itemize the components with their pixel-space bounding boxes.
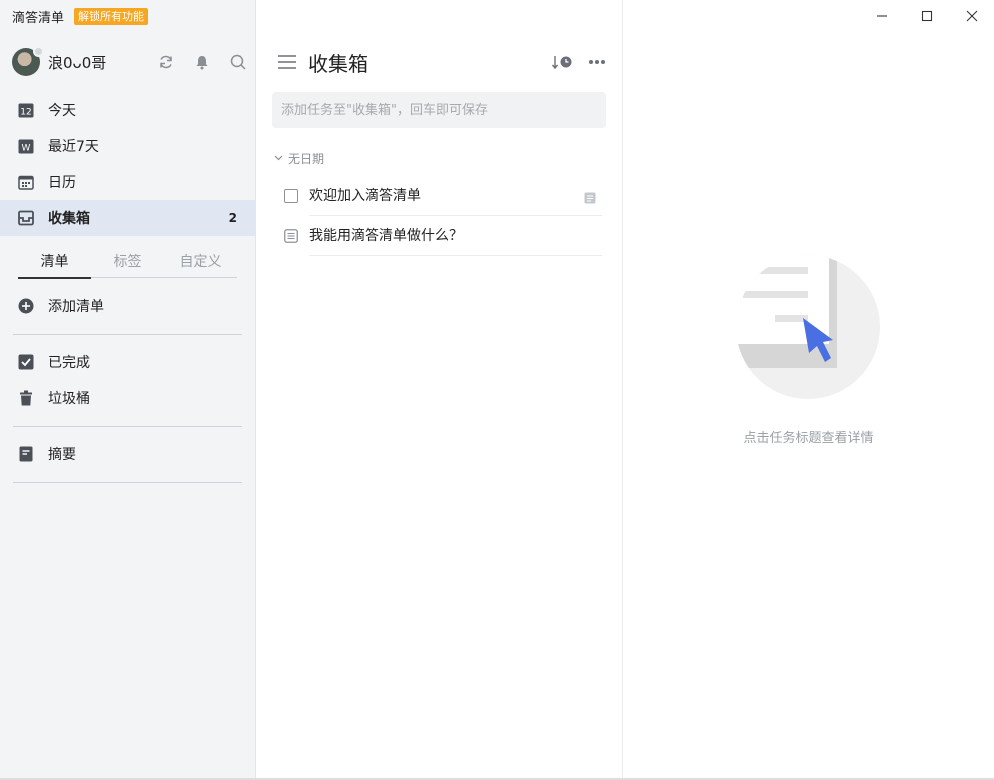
task-list-panel: 收集箱 无日期 欢迎加入滴答清单 — [256, 0, 623, 780]
task-title[interactable]: 欢迎加入滴答清单 — [309, 176, 602, 216]
smart-lists-nav: 12 今天 W 最近7天 日历 收集箱 2 — [0, 92, 255, 236]
nav-item-calendar[interactable]: 日历 — [0, 164, 255, 200]
close-icon[interactable] — [949, 0, 994, 32]
sidebar-divider — [13, 334, 242, 335]
group-label: 无日期 — [288, 151, 325, 166]
summary-icon — [18, 446, 34, 462]
calendar-week-letter: W — [22, 144, 31, 154]
list-header-actions — [552, 54, 606, 70]
tab-lists[interactable]: 清单 — [18, 252, 91, 279]
nav-item-inbox[interactable]: 收集箱 2 — [0, 200, 255, 236]
calendar-day-number: 12 — [20, 108, 31, 118]
sidebar-divider — [13, 426, 242, 427]
avatar[interactable] — [12, 46, 44, 76]
empty-state-text: 点击任务标题查看详情 — [743, 431, 874, 446]
app-window: 滴答清单 解锁所有功能 浪0ᴗ0哥 12 今天 W 最近7天 日历 收集箱 2 … — [0, 0, 994, 780]
inbox-count-badge: 2 — [228, 211, 237, 225]
nav-item-label: 收集箱 — [48, 211, 90, 227]
nav-item-label: 今天 — [48, 103, 76, 119]
tab-custom[interactable]: 自定义 — [164, 252, 237, 277]
maximize-icon[interactable] — [904, 0, 949, 32]
list-header: 收集箱 — [278, 48, 606, 76]
task-row[interactable]: 我能用滴答清单做什么？ — [284, 216, 602, 256]
username[interactable]: 浪0ᴗ0哥 — [48, 52, 106, 73]
sidebar-item-completed[interactable]: 已完成 — [18, 352, 90, 372]
minimize-icon[interactable] — [859, 0, 904, 32]
note-icon — [584, 189, 596, 208]
calendar-icon — [18, 174, 34, 190]
bell-icon[interactable] — [192, 52, 212, 72]
unlock-badge[interactable]: 解锁所有功能 — [74, 7, 149, 25]
sidebar-item-summary[interactable]: 摘要 — [18, 444, 76, 464]
empty-state-illustration — [735, 254, 881, 400]
task-detail-panel: 点击任务标题查看详情 — [623, 0, 994, 780]
plus-circle-icon — [18, 298, 34, 314]
summary-label: 摘要 — [48, 447, 76, 463]
hamburger-menu-icon[interactable] — [278, 54, 296, 70]
sidebar-divider — [13, 482, 242, 483]
search-icon[interactable] — [228, 52, 248, 72]
inbox-icon — [18, 210, 34, 226]
trash-label: 垃圾桶 — [48, 391, 90, 407]
titlebar: 滴答清单 解锁所有功能 — [12, 7, 149, 26]
calendar-day-icon: 12 — [18, 102, 34, 118]
add-task-input[interactable] — [272, 92, 606, 128]
group-header-no-date[interactable]: 无日期 — [274, 150, 324, 166]
app-name: 滴答清单 — [12, 10, 65, 26]
nav-item-next-7-days[interactable]: W 最近7天 — [0, 128, 255, 164]
task-title[interactable]: 我能用滴答清单做什么？ — [309, 216, 602, 256]
trash-icon — [18, 390, 34, 406]
window-controls — [859, 0, 994, 32]
add-list-label: 添加清单 — [48, 299, 104, 315]
profile: 浪0ᴗ0哥 — [12, 46, 248, 78]
page-title: 收集箱 — [308, 51, 368, 76]
more-options-icon[interactable] — [588, 59, 606, 65]
nav-item-label: 日历 — [48, 175, 76, 191]
task-checkbox[interactable] — [284, 189, 298, 203]
sidebar-item-trash[interactable]: 垃圾桶 — [18, 388, 90, 408]
sidebar: 滴答清单 解锁所有功能 浪0ᴗ0哥 12 今天 W 最近7天 日历 收集箱 2 … — [0, 0, 256, 780]
nav-item-today[interactable]: 12 今天 — [0, 92, 255, 128]
task-row[interactable]: 欢迎加入滴答清单 — [284, 176, 602, 216]
profile-actions — [156, 52, 248, 72]
checkbox-checked-icon — [18, 354, 34, 370]
tab-tags[interactable]: 标签 — [91, 252, 164, 277]
nav-item-label: 最近7天 — [48, 139, 99, 155]
avatar-status-dot — [33, 46, 44, 57]
note-type-icon[interactable] — [284, 229, 298, 243]
list-tabs: 清单 标签 自定义 — [18, 252, 237, 279]
chevron-down-icon — [274, 155, 283, 161]
calendar-week-icon: W — [18, 138, 34, 154]
sync-icon[interactable] — [156, 52, 176, 72]
sort-by-time-icon[interactable] — [552, 54, 574, 70]
completed-label: 已完成 — [48, 355, 90, 371]
add-list-button[interactable]: 添加清单 — [18, 296, 104, 316]
